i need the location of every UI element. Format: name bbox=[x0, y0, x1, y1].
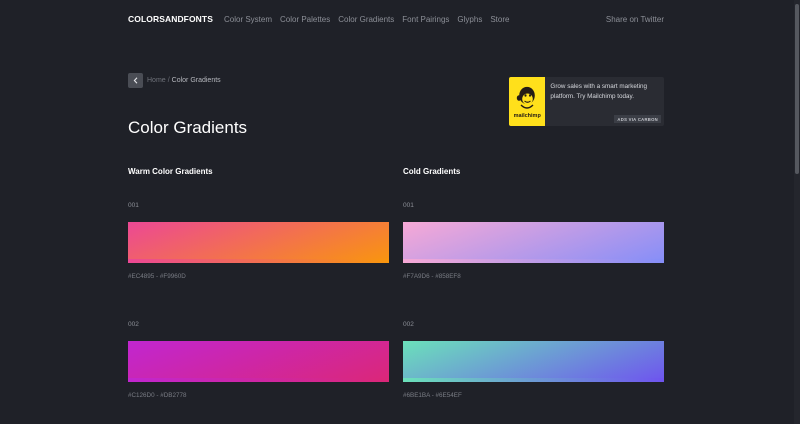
chevron-left-icon bbox=[133, 77, 137, 84]
breadcrumb: Home / Color Gradients bbox=[128, 73, 221, 88]
page-title: Color Gradients bbox=[128, 118, 248, 137]
gradient-code[interactable]: #6BE1BA - #6E54EF bbox=[403, 392, 462, 399]
nav-link-glyphs[interactable]: Glyphs bbox=[457, 15, 482, 24]
scrollbar-thumb[interactable] bbox=[795, 4, 799, 174]
warm-gradient-number: 001 bbox=[128, 202, 139, 209]
gradient-code[interactable]: #C126D0 - #DB2778 bbox=[128, 392, 186, 399]
gradient-base-strip bbox=[128, 259, 389, 263]
nav-link-store[interactable]: Store bbox=[490, 15, 509, 24]
nav-link-font-pairings[interactable]: Font Pairings bbox=[402, 15, 449, 24]
mailchimp-logo: mailchimp bbox=[509, 77, 546, 126]
top-navigation: COLORSANDFONTS Color System Color Palett… bbox=[128, 13, 664, 25]
gradient-code[interactable]: #EC4895 - #F9960D bbox=[128, 273, 186, 280]
gradient-base-strip bbox=[403, 259, 664, 263]
cold-gradient-number: 002 bbox=[403, 321, 414, 328]
gradient-swatch[interactable] bbox=[403, 341, 664, 382]
cold-gradients-title: Cold Gradients bbox=[403, 167, 461, 176]
breadcrumb-current: Color Gradients bbox=[171, 77, 221, 84]
cold-gradient-number: 001 bbox=[403, 202, 414, 209]
breadcrumb-separator: / bbox=[167, 77, 170, 84]
nav-link-color-gradients[interactable]: Color Gradients bbox=[338, 15, 394, 24]
gradient-swatch[interactable] bbox=[403, 222, 664, 263]
gradient-swatch[interactable] bbox=[128, 222, 389, 263]
page-scrollbar[interactable] bbox=[794, 0, 800, 424]
nav-link-color-palettes[interactable]: Color Palettes bbox=[280, 15, 330, 24]
carbon-ad[interactable]: mailchimp Grow sales with a smart market… bbox=[509, 77, 664, 126]
ads-via-carbon-tag[interactable]: ADS VIA CARBON bbox=[614, 115, 661, 123]
nav-links: Color System Color Palettes Color Gradie… bbox=[224, 15, 509, 24]
back-button[interactable] bbox=[128, 73, 143, 88]
mailchimp-freddie-icon bbox=[517, 86, 536, 109]
nav-link-color-system[interactable]: Color System bbox=[224, 15, 272, 24]
gradient-base-strip bbox=[403, 378, 664, 382]
warm-gradients-title: Warm Color Gradients bbox=[128, 167, 213, 176]
share-on-twitter-link[interactable]: Share on Twitter bbox=[606, 15, 664, 24]
brand-logo[interactable]: COLORSANDFONTS bbox=[128, 14, 213, 24]
gradient-code[interactable]: #F7A9D6 - #858EF8 bbox=[403, 273, 461, 280]
breadcrumb-home-link[interactable]: Home bbox=[147, 77, 166, 84]
gradient-base-strip bbox=[128, 378, 389, 382]
warm-gradient-number: 002 bbox=[128, 321, 139, 328]
ad-logo-word: mailchimp bbox=[513, 112, 541, 119]
gradient-swatch[interactable] bbox=[128, 341, 389, 382]
